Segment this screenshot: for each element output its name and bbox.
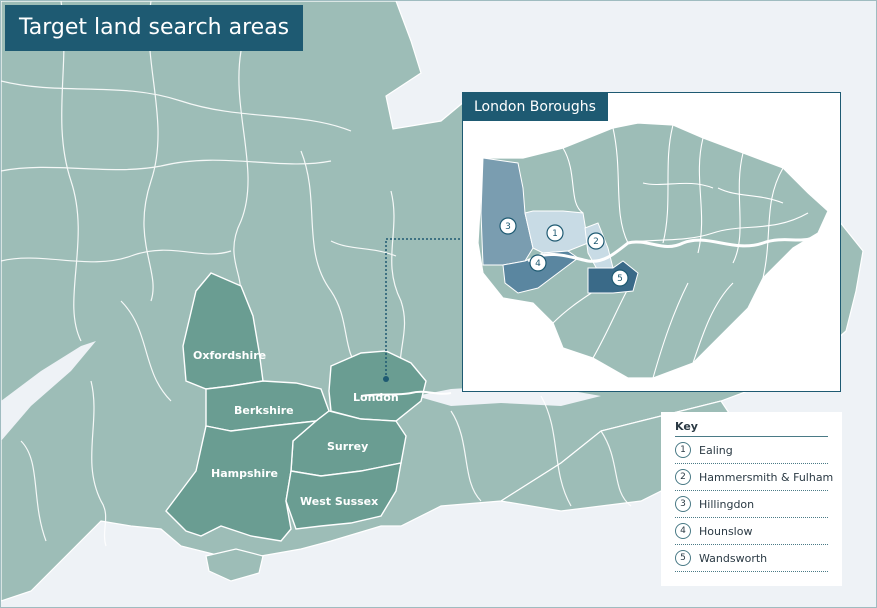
key-number-badge: 4 [675, 523, 691, 539]
london-marker-dot [383, 376, 389, 382]
key-label-hammersmith-fulham: Hammersmith & Fulham [699, 470, 834, 484]
borough-marker-2: 2 [593, 237, 599, 247]
key-number-badge: 1 [675, 442, 691, 458]
key-label-ealing: Ealing [699, 443, 733, 457]
map-canvas: Target land search areas Oxfordshire Ber… [0, 0, 877, 608]
key-row: 5 Wandsworth [675, 545, 828, 572]
county-label-west-sussex: West Sussex [300, 495, 379, 508]
key-number-badge: 2 [675, 469, 691, 485]
key-number-badge: 3 [675, 496, 691, 512]
key-row: 1 Ealing [675, 437, 828, 464]
county-label-london: London [353, 391, 399, 404]
inset-title: London Boroughs [462, 93, 608, 121]
key-label-hounslow: Hounslow [699, 524, 753, 538]
london-boroughs-inset: 1 2 3 4 5 [462, 92, 841, 392]
county-label-surrey: Surrey [327, 440, 369, 453]
london-boroughs-map: 1 2 3 4 5 [477, 122, 829, 379]
county-label-berkshire: Berkshire [234, 404, 294, 417]
county-label-hampshire: Hampshire [211, 467, 278, 480]
key-row: 2 Hammersmith & Fulham [675, 464, 833, 491]
key-row: 4 Hounslow [675, 518, 828, 545]
key-title: Key [675, 418, 828, 437]
map-key: Key 1 Ealing 2 Hammersmith & Fulham 3 Hi… [661, 412, 842, 586]
isle-of-wight [205, 548, 264, 582]
borough-marker-3: 3 [505, 222, 511, 232]
borough-marker-4: 4 [535, 259, 541, 269]
key-number-badge: 5 [675, 550, 691, 566]
county-label-oxfordshire: Oxfordshire [193, 349, 267, 362]
borough-marker-1: 1 [552, 229, 558, 239]
key-label-hillingdon: Hillingdon [699, 497, 755, 511]
map-title: Target land search areas [5, 5, 304, 51]
borough-marker-5: 5 [617, 274, 623, 284]
key-row: 3 Hillingdon [675, 491, 828, 518]
key-label-wandsworth: Wandsworth [699, 551, 768, 565]
